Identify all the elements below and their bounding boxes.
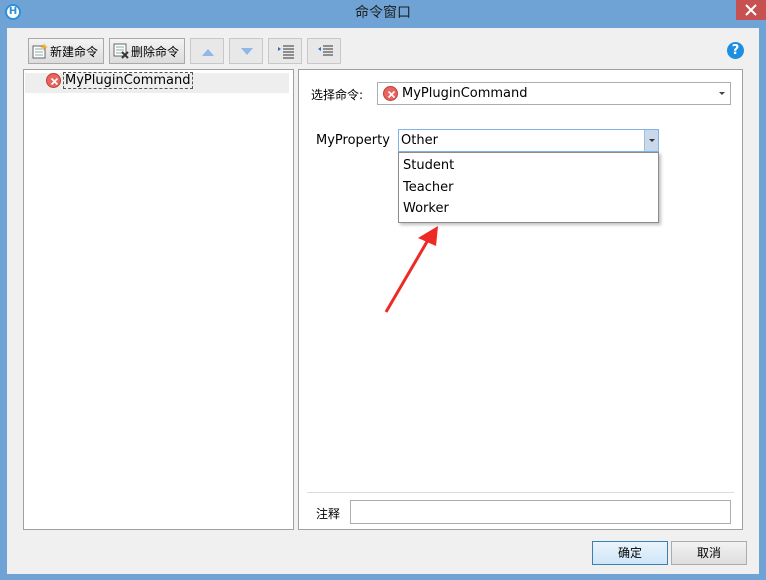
error-circle-icon (383, 86, 398, 101)
option-teacher[interactable]: Teacher (403, 177, 653, 198)
option-worker[interactable]: Worker (403, 198, 653, 219)
close-window-button[interactable] (736, 0, 766, 20)
note-label: 注释 (316, 507, 341, 521)
chevron-down-icon (719, 92, 725, 95)
my-property-select[interactable]: Other (398, 129, 659, 152)
select-command-label: 选择命令: (311, 88, 364, 102)
cancel-button[interactable]: 取消 (671, 541, 747, 565)
new-command-label: 新建命令 (50, 44, 99, 59)
command-select-value: MyPluginCommand (402, 86, 528, 101)
delete-command-label: 删除命令 (131, 44, 180, 59)
my-property-label: MyProperty (316, 133, 390, 148)
error-circle-icon (46, 73, 61, 88)
outdent-button[interactable] (307, 38, 341, 64)
my-property-value[interactable]: Other (401, 132, 438, 149)
command-tree[interactable]: MyPluginCommand (23, 69, 294, 530)
move-down-button[interactable] (229, 38, 263, 64)
option-student[interactable]: Student (403, 155, 653, 176)
window-title: 命令窗口 (355, 5, 411, 21)
arrow-down-icon (241, 48, 253, 55)
delete-command-button[interactable]: 删除命令 (109, 38, 185, 64)
dropdown-toggle-button[interactable] (644, 130, 658, 151)
arrow-up-icon (202, 49, 214, 56)
tree-item-label: MyPluginCommand (63, 72, 193, 89)
outdent-icon (318, 45, 333, 56)
help-icon[interactable]: ? (727, 42, 744, 59)
new-item-icon (32, 43, 48, 59)
indent-button[interactable] (268, 38, 302, 64)
ok-button[interactable]: 确定 (592, 541, 668, 565)
delete-item-icon (113, 43, 129, 59)
note-input[interactable] (350, 500, 731, 524)
annotation-arrow-icon (384, 226, 438, 313)
command-editor: 选择命令: MyPluginCommand MyProperty Other S… (298, 69, 743, 530)
divider (307, 492, 734, 493)
move-up-button[interactable] (190, 38, 224, 64)
new-command-button[interactable]: 新建命令 (28, 38, 104, 64)
close-icon (745, 4, 757, 16)
indent-icon (278, 45, 294, 59)
command-select[interactable]: MyPluginCommand (377, 82, 731, 105)
my-property-options: Student Teacher Worker (398, 152, 659, 223)
